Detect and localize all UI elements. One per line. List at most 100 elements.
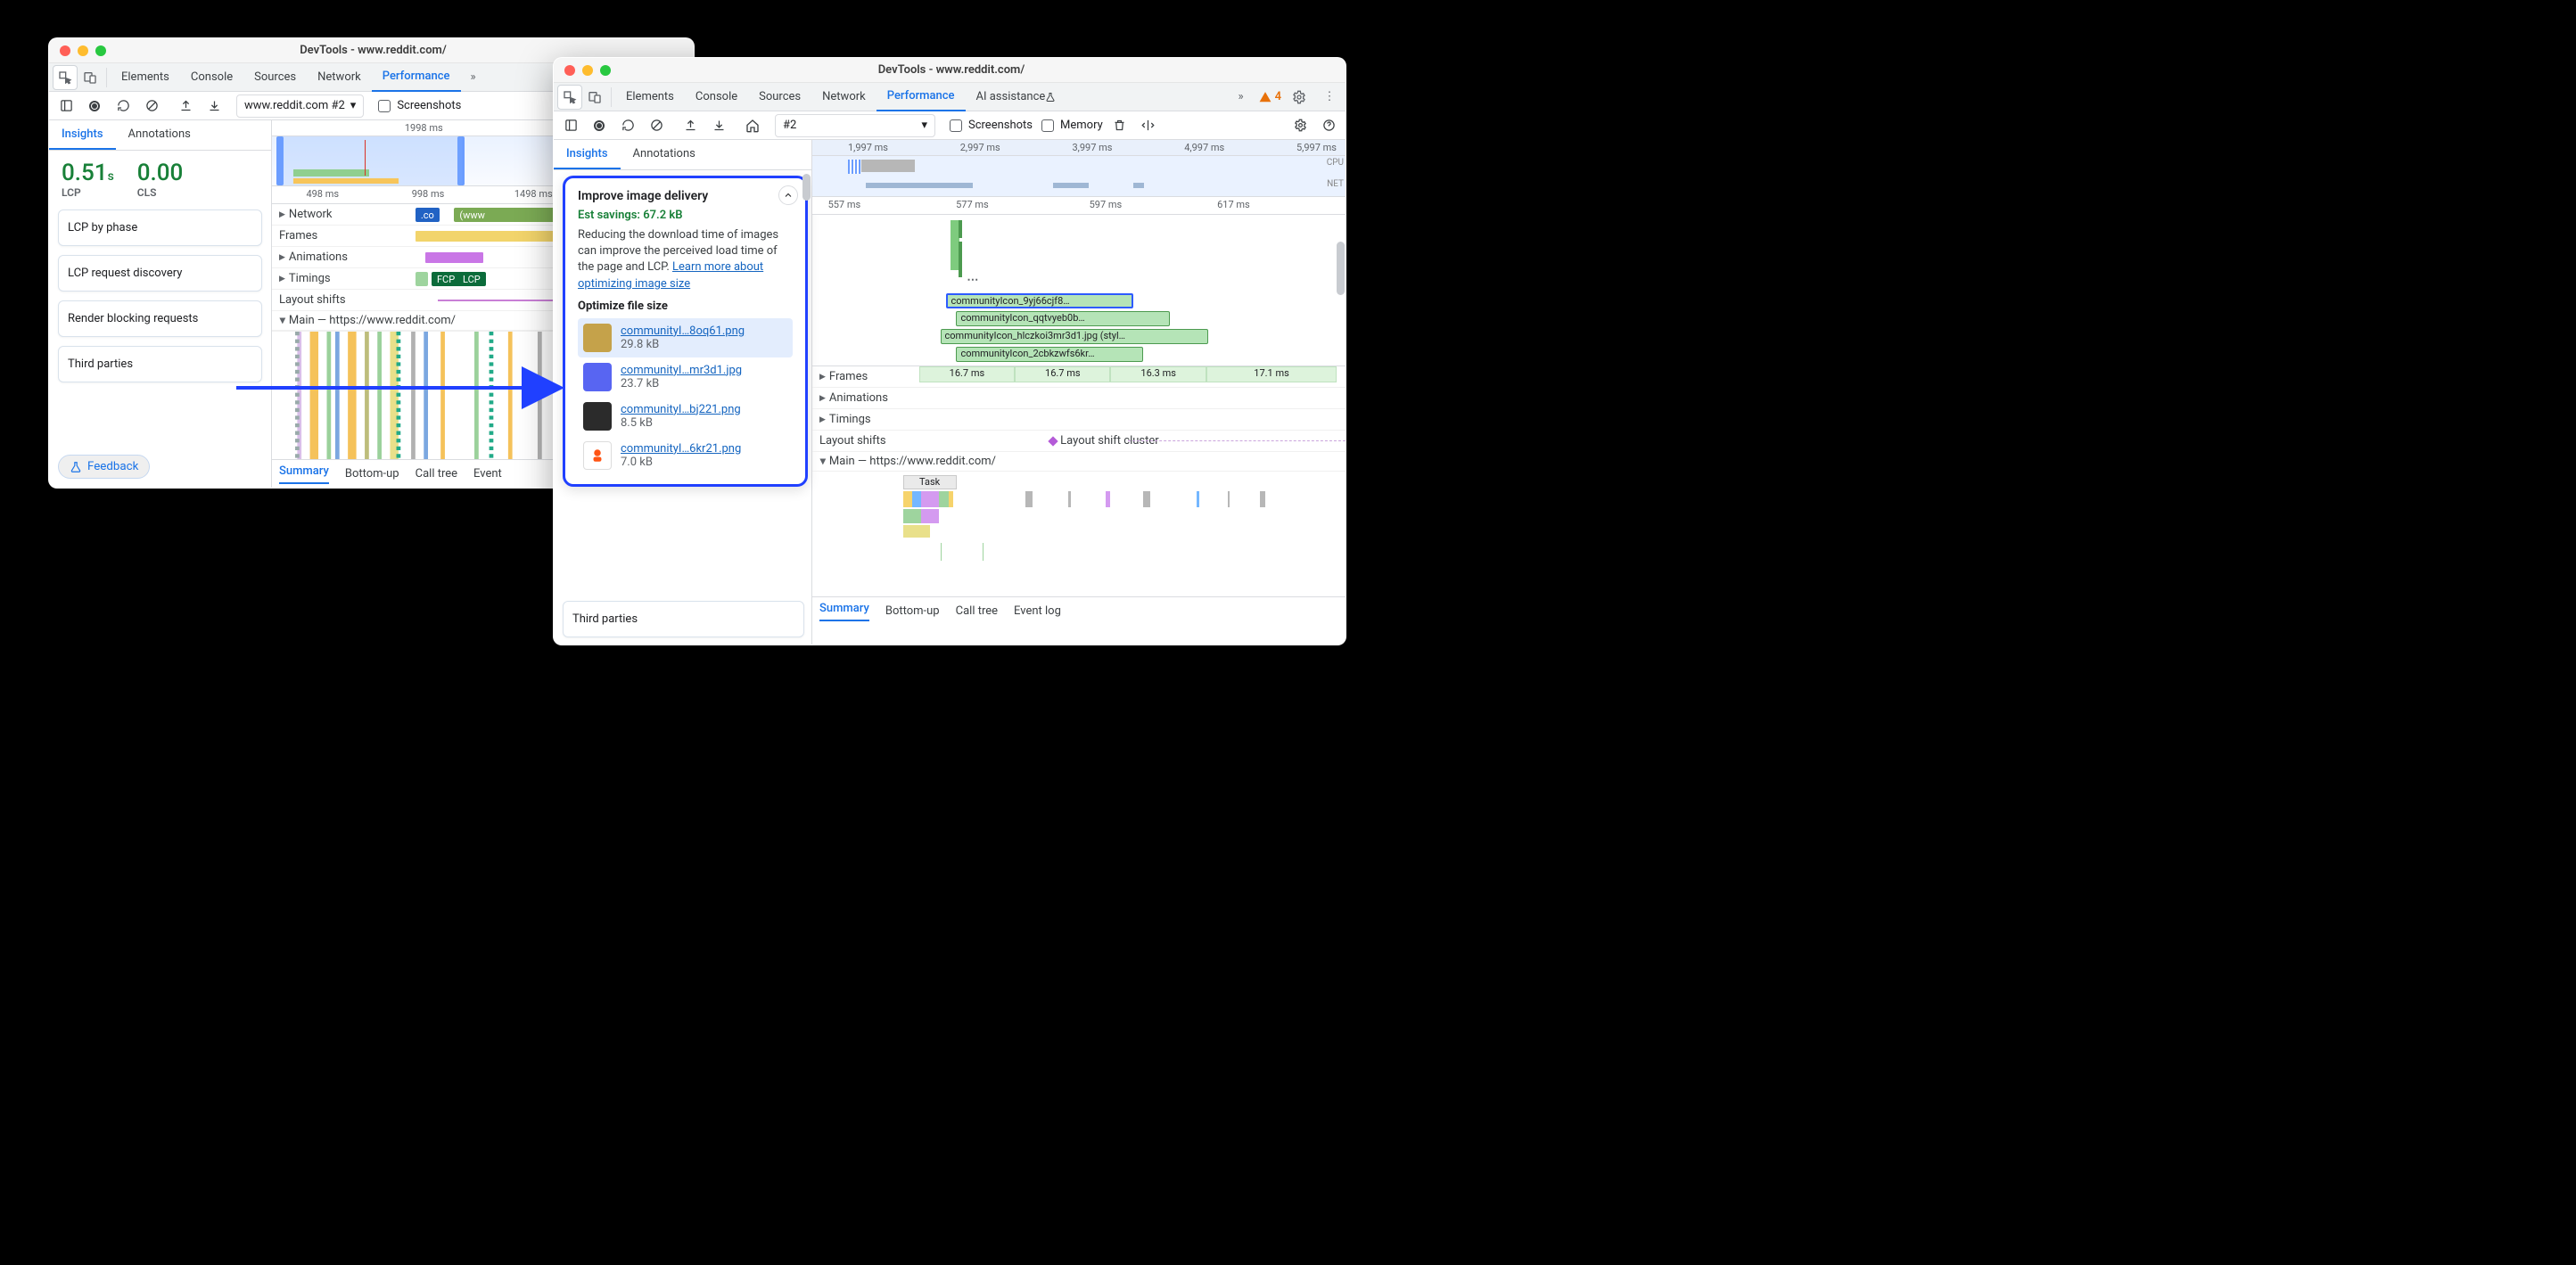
side-panel-icon[interactable] [54, 94, 78, 118]
tab-sources[interactable]: Sources [748, 83, 811, 111]
task-block[interactable]: Task [903, 475, 957, 489]
tab-elements[interactable]: Elements [111, 63, 180, 92]
trash-icon[interactable] [1108, 114, 1132, 137]
subtab-annotations[interactable]: Annotations [621, 140, 708, 169]
screenshots-checkbox[interactable]: Screenshots [946, 117, 1033, 135]
track-timings[interactable]: ▶Timings [812, 409, 1346, 431]
net-request[interactable]: communityIcon_qqtvyeb0b… [956, 311, 1170, 326]
memory-checkbox[interactable]: Memory [1038, 117, 1103, 135]
record-icon[interactable] [83, 94, 106, 118]
home-icon[interactable] [741, 114, 764, 137]
insight-third-parties[interactable]: Third parties [58, 346, 262, 382]
close-icon[interactable] [60, 45, 70, 56]
zoom-icon[interactable] [95, 45, 106, 56]
tab-console[interactable]: Console [685, 83, 748, 111]
tab-bottomup[interactable]: Bottom-up [345, 467, 399, 481]
overview-minimap[interactable]: CPU NET [812, 156, 1346, 197]
tab-calltree[interactable]: Call tree [416, 467, 457, 481]
file-name[interactable]: communityI…bj221.png [621, 403, 741, 416]
frame[interactable]: 17.1 ms [1206, 366, 1337, 382]
screenshots-input[interactable] [378, 100, 391, 112]
flame-chart[interactable]: Task [812, 472, 1346, 596]
side-panel-icon[interactable] [559, 114, 582, 137]
timeline-ruler[interactable]: 557 ms 577 ms 597 ms 617 ms [812, 197, 1346, 215]
tab-performance[interactable]: Performance [876, 83, 966, 111]
inspect-icon[interactable] [557, 85, 582, 110]
device-icon[interactable] [78, 65, 103, 90]
frame[interactable]: 16.7 ms [1015, 366, 1110, 382]
more-tabs-icon[interactable]: » [461, 65, 486, 90]
kebab-icon[interactable]: ⋮ [1317, 85, 1342, 110]
clear-icon[interactable] [140, 94, 163, 118]
upload-icon[interactable] [679, 114, 702, 137]
collapse-icon[interactable] [778, 185, 798, 205]
fcp-marker[interactable]: FCP [432, 272, 460, 286]
minimize-icon[interactable] [78, 45, 88, 56]
close-icon[interactable] [564, 65, 575, 76]
recording-select[interactable]: #2▾ [775, 114, 935, 137]
reload-icon[interactable] [111, 94, 135, 118]
tab-network[interactable]: Network [307, 63, 372, 92]
insight-render-blocking[interactable]: Render blocking requests [58, 300, 262, 337]
track-frames[interactable]: ▶Frames 16.7 ms 16.7 ms 16.3 ms 17.1 ms [812, 366, 1346, 388]
file-row[interactable]: communityI…6kr21.png7.0 kB [578, 436, 793, 475]
warnings-badge[interactable]: 4 [1259, 90, 1281, 103]
net-request[interactable]: communityIcon_9yj66cjf8… [946, 293, 1133, 308]
frame[interactable]: 16.7 ms [919, 366, 1015, 382]
upload-icon[interactable] [174, 94, 197, 118]
insight-lcp-discovery[interactable]: LCP request discovery [58, 255, 262, 292]
frame[interactable]: 16.3 ms [1110, 366, 1206, 382]
gear-icon[interactable] [1287, 85, 1312, 110]
selection-handle[interactable] [848, 160, 860, 174]
file-row[interactable]: communityI…mr3d1.jpg23.7 kB [578, 357, 793, 397]
tab-calltree[interactable]: Call tree [956, 604, 998, 618]
clear-icon[interactable] [645, 114, 668, 137]
file-name[interactable]: communityI…8oq61.png [621, 324, 745, 338]
metric-lcp[interactable]: 0.51s LCP [62, 160, 114, 199]
tab-console[interactable]: Console [180, 63, 243, 92]
subtab-annotations[interactable]: Annotations [116, 120, 203, 150]
overview-ruler[interactable]: 1,997 ms 2,997 ms 3,997 ms 4,997 ms 5,99… [812, 140, 1346, 156]
tab-elements[interactable]: Elements [615, 83, 685, 111]
file-row[interactable]: communityI…8oq61.png29.8 kB [578, 318, 793, 357]
gear-icon[interactable] [1288, 114, 1312, 137]
insight-lcp-by-phase[interactable]: LCP by phase [58, 209, 262, 246]
insight-third-parties[interactable]: Third parties [563, 601, 804, 637]
tab-eventlog[interactable]: Event [473, 467, 502, 481]
recording-select[interactable]: www.reddit.com #2▾ [236, 94, 364, 118]
divider-icon[interactable] [1137, 114, 1160, 137]
track-main-header[interactable]: ▶Main — https://www.reddit.com/ [812, 452, 1346, 472]
file-name[interactable]: communityI…6kr21.png [621, 442, 741, 456]
metric-cls[interactable]: 0.00 CLS [137, 160, 184, 199]
subtab-insights[interactable]: Insights [554, 140, 621, 169]
subtab-insights[interactable]: Insights [49, 120, 116, 150]
device-icon[interactable] [582, 85, 607, 110]
tab-eventlog[interactable]: Event log [1014, 604, 1061, 618]
record-icon[interactable] [588, 114, 611, 137]
reload-icon[interactable] [616, 114, 639, 137]
download-icon[interactable] [707, 114, 730, 137]
download-icon[interactable] [202, 94, 226, 118]
screenshots-checkbox[interactable]: Screenshots [374, 97, 461, 115]
file-row[interactable]: communityI…bj221.png8.5 kB [578, 397, 793, 436]
net-request[interactable]: communityIcon_2cbkzwfs6kr… [956, 347, 1143, 362]
minimize-icon[interactable] [582, 65, 593, 76]
help-icon[interactable] [1317, 114, 1340, 137]
net-request[interactable]: .co [416, 208, 440, 222]
tab-ai[interactable]: AI assistance [966, 83, 1067, 111]
network-lane[interactable]: ⋯ communityIcon_9yj66cjf8… communityIcon… [812, 215, 1346, 366]
net-request[interactable]: communityIcon_hlczkoi3mr3d1.jpg (styl… [941, 329, 1208, 344]
tab-performance[interactable]: Performance [372, 63, 461, 92]
lcp-marker[interactable]: LCP [457, 272, 486, 286]
tab-summary[interactable]: Summary [819, 602, 869, 621]
scrollbar[interactable] [1337, 242, 1345, 295]
zoom-icon[interactable] [600, 65, 611, 76]
tab-bottomup[interactable]: Bottom-up [885, 604, 940, 618]
file-name[interactable]: communityI…mr3d1.jpg [621, 364, 742, 377]
track-animations[interactable]: ▶Animations [812, 388, 1346, 409]
tab-network[interactable]: Network [811, 83, 876, 111]
tab-summary[interactable]: Summary [279, 464, 329, 484]
scrollbar[interactable] [802, 174, 811, 201]
inspect-icon[interactable] [53, 65, 78, 90]
feedback-button[interactable]: Feedback [58, 455, 150, 479]
